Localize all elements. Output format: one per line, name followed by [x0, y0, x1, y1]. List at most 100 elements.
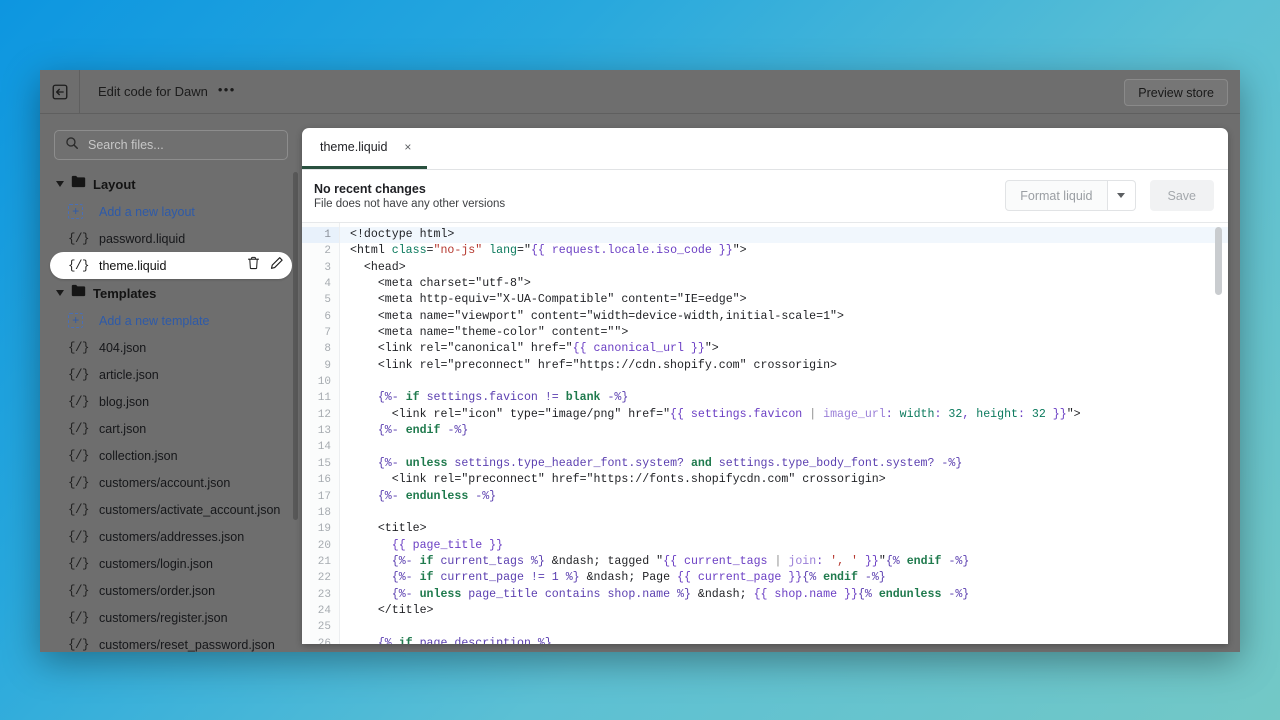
- sidebar-item-404-json[interactable]: {/} 404.json: [50, 334, 292, 361]
- code-line[interactable]: <link rel="preconnect" href="https://fon…: [340, 472, 1228, 488]
- more-options-icon[interactable]: •••: [218, 83, 236, 98]
- sidebar-item-blog-json[interactable]: {/} blog.json: [50, 388, 292, 415]
- sidebar-item-collection-json[interactable]: {/} collection.json: [50, 442, 292, 469]
- sidebar-item-customers-order-json[interactable]: {/} customers/order.json: [50, 577, 292, 604]
- preview-store-button[interactable]: Preview store: [1124, 79, 1228, 106]
- sidebar-item-cart-json[interactable]: {/} cart.json: [50, 415, 292, 442]
- line-number: 12: [317, 408, 331, 421]
- search-input[interactable]: [88, 138, 277, 152]
- code-token: }}: [857, 554, 879, 568]
- delete-icon[interactable]: [247, 256, 260, 275]
- tab-theme-liquid[interactable]: theme.liquid ×: [302, 128, 428, 169]
- code-line[interactable]: <title>: [340, 521, 1228, 537]
- code-line[interactable]: {%- unless page_title contains shop.name…: [340, 587, 1228, 603]
- code-token: {{ shop.name }}: [753, 587, 858, 601]
- code-line[interactable]: <link rel="preconnect" href="https://cdn…: [340, 358, 1228, 374]
- code-token: 32: [1031, 407, 1046, 421]
- window-topbar: Edit code for Dawn ••• Preview store: [40, 70, 1240, 114]
- code-line[interactable]: [340, 439, 1228, 455]
- sidebar-item-customers-addresses-json[interactable]: {/} customers/addresses.json: [50, 523, 292, 550]
- sidebar-item-label: collection.json: [99, 448, 178, 463]
- code-line[interactable]: {%- if current_tags %} &ndash; tagged "{…: [340, 554, 1228, 570]
- code-token: endif: [405, 424, 441, 438]
- code-token: {%-: [391, 554, 420, 568]
- caret-down-icon: [56, 181, 64, 187]
- code-line[interactable]: {{ page_title }}: [340, 538, 1228, 554]
- code-line[interactable]: {%- endunless -%}: [340, 489, 1228, 505]
- code-line[interactable]: <meta name="theme-color" content="">: [340, 325, 1228, 341]
- code-token: ,: [962, 407, 977, 421]
- sidebar-item-label: cart.json: [99, 421, 147, 436]
- code-scrollbar-track[interactable]: [1215, 223, 1225, 644]
- code-token: settings.favicon !=: [419, 391, 566, 405]
- sidebar-item-add-new-layout[interactable]: + Add a new layout: [50, 198, 292, 225]
- close-icon[interactable]: ×: [404, 141, 411, 153]
- chevron-down-icon[interactable]: [1107, 180, 1136, 211]
- sidebar-item-password-liquid[interactable]: {/} password.liquid: [50, 225, 292, 252]
- code-token: and: [690, 456, 712, 470]
- code-token: <meta http-equiv="X-UA-Compatible" conte…: [350, 293, 747, 307]
- sidebar-group-templates[interactable]: Templates: [40, 279, 302, 307]
- code-content[interactable]: <!doctype html> <html class="no-js" lang=…: [340, 223, 1228, 644]
- sidebar-item-customers-login-json[interactable]: {/} customers/login.json: [50, 550, 292, 577]
- code-line[interactable]: {%- if current_page != 1 %} &ndash; Page…: [340, 570, 1228, 586]
- code-token: <title>: [350, 522, 427, 536]
- code-line[interactable]: <meta name="viewport" content="width=dev…: [340, 309, 1228, 325]
- sidebar-item-customers-activate-account-json[interactable]: {/} customers/activate_account.json: [50, 496, 292, 523]
- code-line[interactable]: [340, 505, 1228, 521]
- sidebar-item-add-new-template[interactable]: + Add a new template: [50, 307, 292, 334]
- line-number: 17: [317, 490, 331, 503]
- code-token: -%}: [941, 554, 970, 568]
- code-line[interactable]: [340, 374, 1228, 390]
- code-line[interactable]: <link rel="canonical" href="{{ canonical…: [340, 341, 1228, 357]
- code-line[interactable]: {%- if settings.favicon != blank -%}: [340, 390, 1228, 406]
- code-line[interactable]: <html class="no-js" lang="{{ request.loc…: [340, 243, 1228, 259]
- liquid-file-icon: {/}: [68, 475, 90, 490]
- sidebar-item-label: customers/register.json: [99, 610, 228, 625]
- format-liquid-button[interactable]: Format liquid: [1005, 180, 1108, 211]
- line-number: 23: [317, 588, 331, 601]
- code-line[interactable]: {% if page_description %}: [340, 636, 1228, 644]
- save-button[interactable]: Save: [1149, 180, 1214, 211]
- code-line[interactable]: <link rel="icon" type="image/png" href="…: [340, 407, 1228, 423]
- line-number: 6: [324, 310, 331, 323]
- code-token: settings.type_header_font.system?: [447, 456, 691, 470]
- liquid-file-icon: {/}: [68, 637, 90, 652]
- sidebar-item-customers-register-json[interactable]: {/} customers/register.json: [50, 604, 292, 631]
- back-arrow-icon[interactable]: [40, 70, 80, 114]
- code-line[interactable]: [340, 619, 1228, 635]
- sidebar-item-theme-liquid[interactable]: {/} theme.liquid: [50, 252, 292, 279]
- code-line[interactable]: {%- unless settings.type_header_font.sys…: [340, 456, 1228, 472]
- sidebar-item-label: customers/activate_account.json: [99, 502, 281, 517]
- line-number: 21: [317, 555, 331, 568]
- code-line[interactable]: <!doctype html>: [340, 227, 1228, 244]
- sidebar-item-article-json[interactable]: {/} article.json: [50, 361, 292, 388]
- code-token: lang: [489, 244, 518, 258]
- code-token: width: [899, 407, 935, 421]
- code-token: join: [788, 554, 817, 568]
- code-line[interactable]: </title>: [340, 603, 1228, 619]
- code-line[interactable]: <meta http-equiv="X-UA-Compatible" conte…: [340, 292, 1228, 308]
- code-line[interactable]: <meta charset="utf-8">: [340, 276, 1228, 292]
- code-token: -%}: [941, 587, 970, 601]
- code-line[interactable]: <head>: [340, 260, 1228, 276]
- code-token: <meta name="theme-color" content="">: [350, 326, 629, 340]
- liquid-file-icon: {/}: [68, 529, 90, 544]
- sidebar-group-layout[interactable]: Layout: [40, 170, 302, 198]
- search-files-box[interactable]: [54, 130, 288, 160]
- sidebar-item-customers-reset-password-json[interactable]: {/} customers/reset_password.json: [50, 631, 292, 652]
- code-scrollbar-thumb[interactable]: [1215, 227, 1222, 295]
- code-token: ', ': [830, 554, 858, 568]
- code-token: if: [419, 571, 434, 585]
- code-token: <link rel="preconnect" href="https://fon…: [350, 473, 886, 487]
- sidebar-item-customers-account-json[interactable]: {/} customers/account.json: [50, 469, 292, 496]
- sidebar-scrollbar[interactable]: [293, 172, 298, 520]
- line-number: 15: [317, 457, 331, 470]
- code-line[interactable]: {%- endif -%}: [340, 423, 1228, 439]
- code-token: &ndash;: [690, 587, 754, 601]
- line-number: 18: [317, 506, 331, 519]
- code-token: &ndash; tagged ": [544, 554, 664, 568]
- rename-icon[interactable]: [270, 256, 284, 275]
